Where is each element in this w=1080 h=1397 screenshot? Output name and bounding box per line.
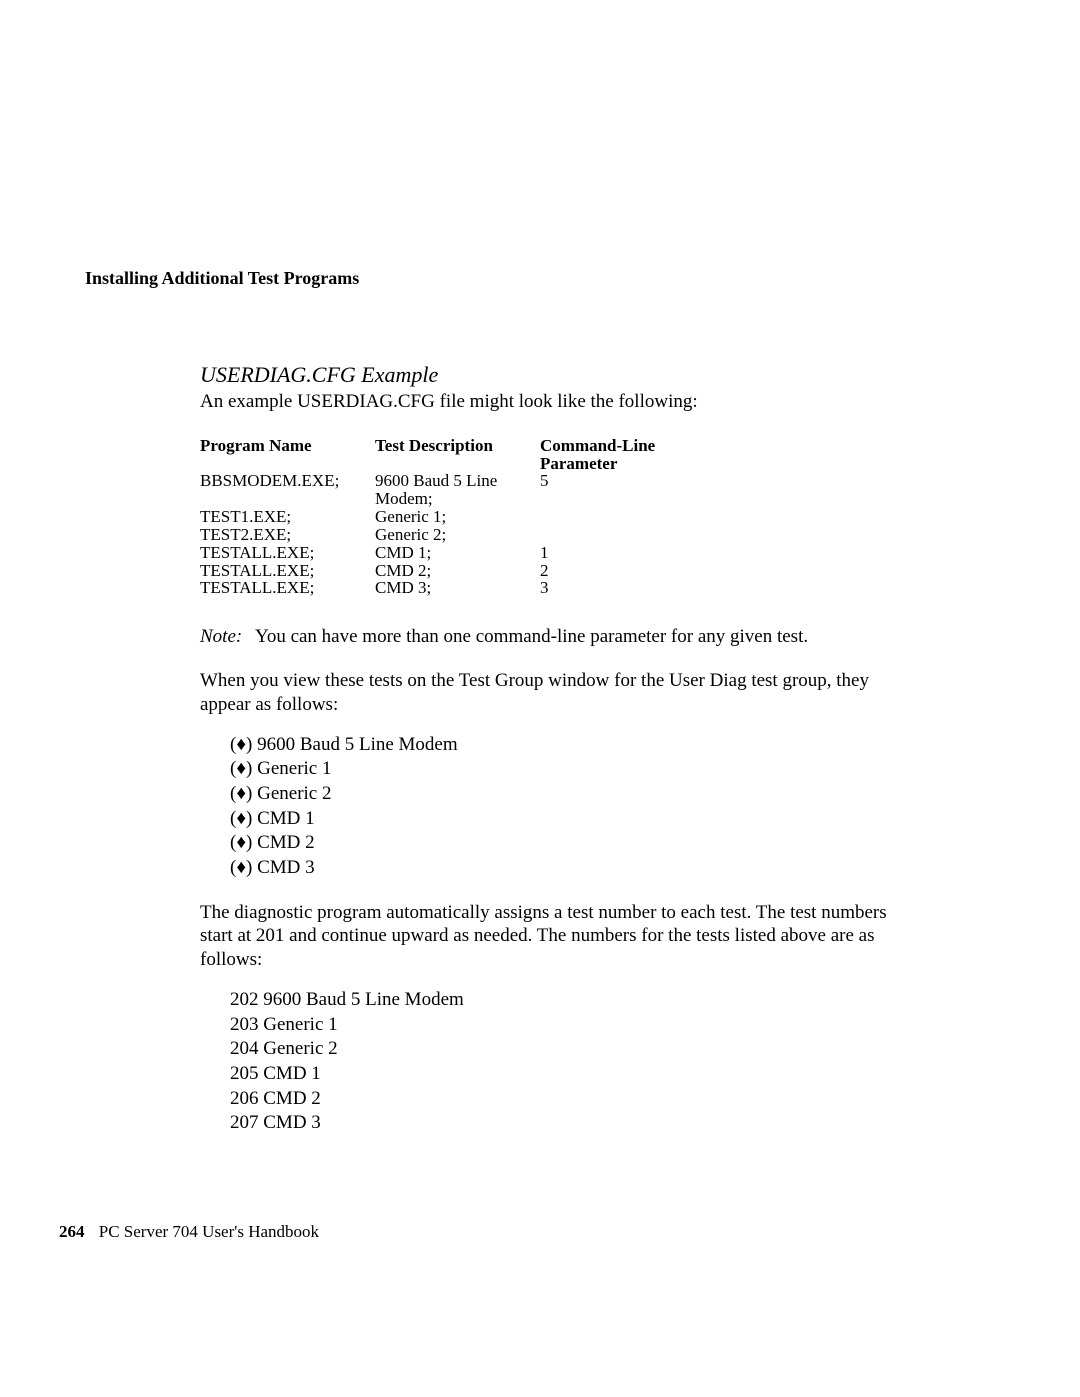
table-header-row-2: Parameter — [200, 455, 900, 473]
list-item: 9600 Baud 5 Line Modem — [230, 733, 900, 758]
cell-desc: CMD 1; — [375, 544, 540, 562]
cell-prog: TEST2.EXE; — [200, 526, 375, 544]
cell-desc: Generic 1; — [375, 508, 540, 526]
cell-param — [540, 526, 690, 544]
config-table: Program Name Test Description Command-Li… — [200, 437, 900, 598]
cell-desc: CMD 2; — [375, 562, 540, 580]
cell-param: 3 — [540, 579, 690, 597]
table-row: TESTALL.EXE; CMD 2; 2 — [200, 562, 900, 580]
section-intro: An example USERDIAG.CFG file might look … — [200, 390, 900, 415]
page-footer: 264 PC Server 704 User's Handbook — [59, 1222, 319, 1242]
paragraph: The diagnostic program automatically ass… — [200, 901, 900, 972]
table-header-row: Program Name Test Description Command-Li… — [200, 437, 900, 455]
table-row: TEST1.EXE; Generic 1; — [200, 508, 900, 526]
cell-prog: BBSMODEM.EXE; — [200, 472, 375, 490]
cell-desc: 9600 Baud 5 Line — [375, 472, 540, 490]
cell-prog: TESTALL.EXE; — [200, 579, 375, 597]
th-blank — [375, 455, 540, 473]
cell-prog: TEST1.EXE; — [200, 508, 375, 526]
cell-prog — [200, 490, 375, 508]
th-parameter: Parameter — [540, 455, 690, 473]
list-item: CMD 1 — [230, 807, 900, 832]
th-test-description: Test Description — [375, 437, 540, 455]
list-item: 205 CMD 1 — [230, 1062, 900, 1087]
page-content: USERDIAG.CFG Example An example USERDIAG… — [200, 362, 900, 1156]
table-row: BBSMODEM.EXE; 9600 Baud 5 Line 5 — [200, 472, 900, 490]
th-blank — [200, 455, 375, 473]
test-group-display-list: 9600 Baud 5 Line Modem Generic 1 Generic… — [230, 733, 900, 881]
cell-param: 5 — [540, 472, 690, 490]
list-item: 203 Generic 1 — [230, 1013, 900, 1038]
list-item: CMD 2 — [230, 831, 900, 856]
test-number-list: 202 9600 Baud 5 Line Modem 203 Generic 1… — [230, 988, 900, 1136]
section-title: USERDIAG.CFG Example — [200, 362, 900, 388]
page-number: 264 — [59, 1222, 85, 1241]
list-item: 202 9600 Baud 5 Line Modem — [230, 988, 900, 1013]
cell-param: 1 — [540, 544, 690, 562]
th-program-name: Program Name — [200, 437, 375, 455]
running-header: Installing Additional Test Programs — [85, 268, 359, 289]
cell-desc: Generic 2; — [375, 526, 540, 544]
cell-prog: TESTALL.EXE; — [200, 544, 375, 562]
note-text: You can have more than one command-line … — [255, 625, 900, 649]
note-block: Note: You can have more than one command… — [200, 625, 900, 649]
cell-param: 2 — [540, 562, 690, 580]
paragraph: When you view these tests on the Test Gr… — [200, 669, 900, 717]
list-item: Generic 2 — [230, 782, 900, 807]
th-command-line: Command-Line — [540, 437, 690, 455]
list-item: CMD 3 — [230, 856, 900, 881]
table-row: TESTALL.EXE; CMD 1; 1 — [200, 544, 900, 562]
table-row: Modem; — [200, 490, 900, 508]
cell-param — [540, 508, 690, 526]
list-item: Generic 1 — [230, 757, 900, 782]
book-title: PC Server 704 User's Handbook — [99, 1222, 319, 1241]
note-label: Note: — [200, 625, 255, 649]
cell-desc: Modem; — [375, 490, 540, 508]
list-item: 206 CMD 2 — [230, 1087, 900, 1112]
list-item: 204 Generic 2 — [230, 1037, 900, 1062]
cell-param — [540, 490, 690, 508]
table-row: TEST2.EXE; Generic 2; — [200, 526, 900, 544]
table-row: TESTALL.EXE; CMD 3; 3 — [200, 579, 900, 597]
cell-desc: CMD 3; — [375, 579, 540, 597]
cell-prog: TESTALL.EXE; — [200, 562, 375, 580]
list-item: 207 CMD 3 — [230, 1111, 900, 1136]
